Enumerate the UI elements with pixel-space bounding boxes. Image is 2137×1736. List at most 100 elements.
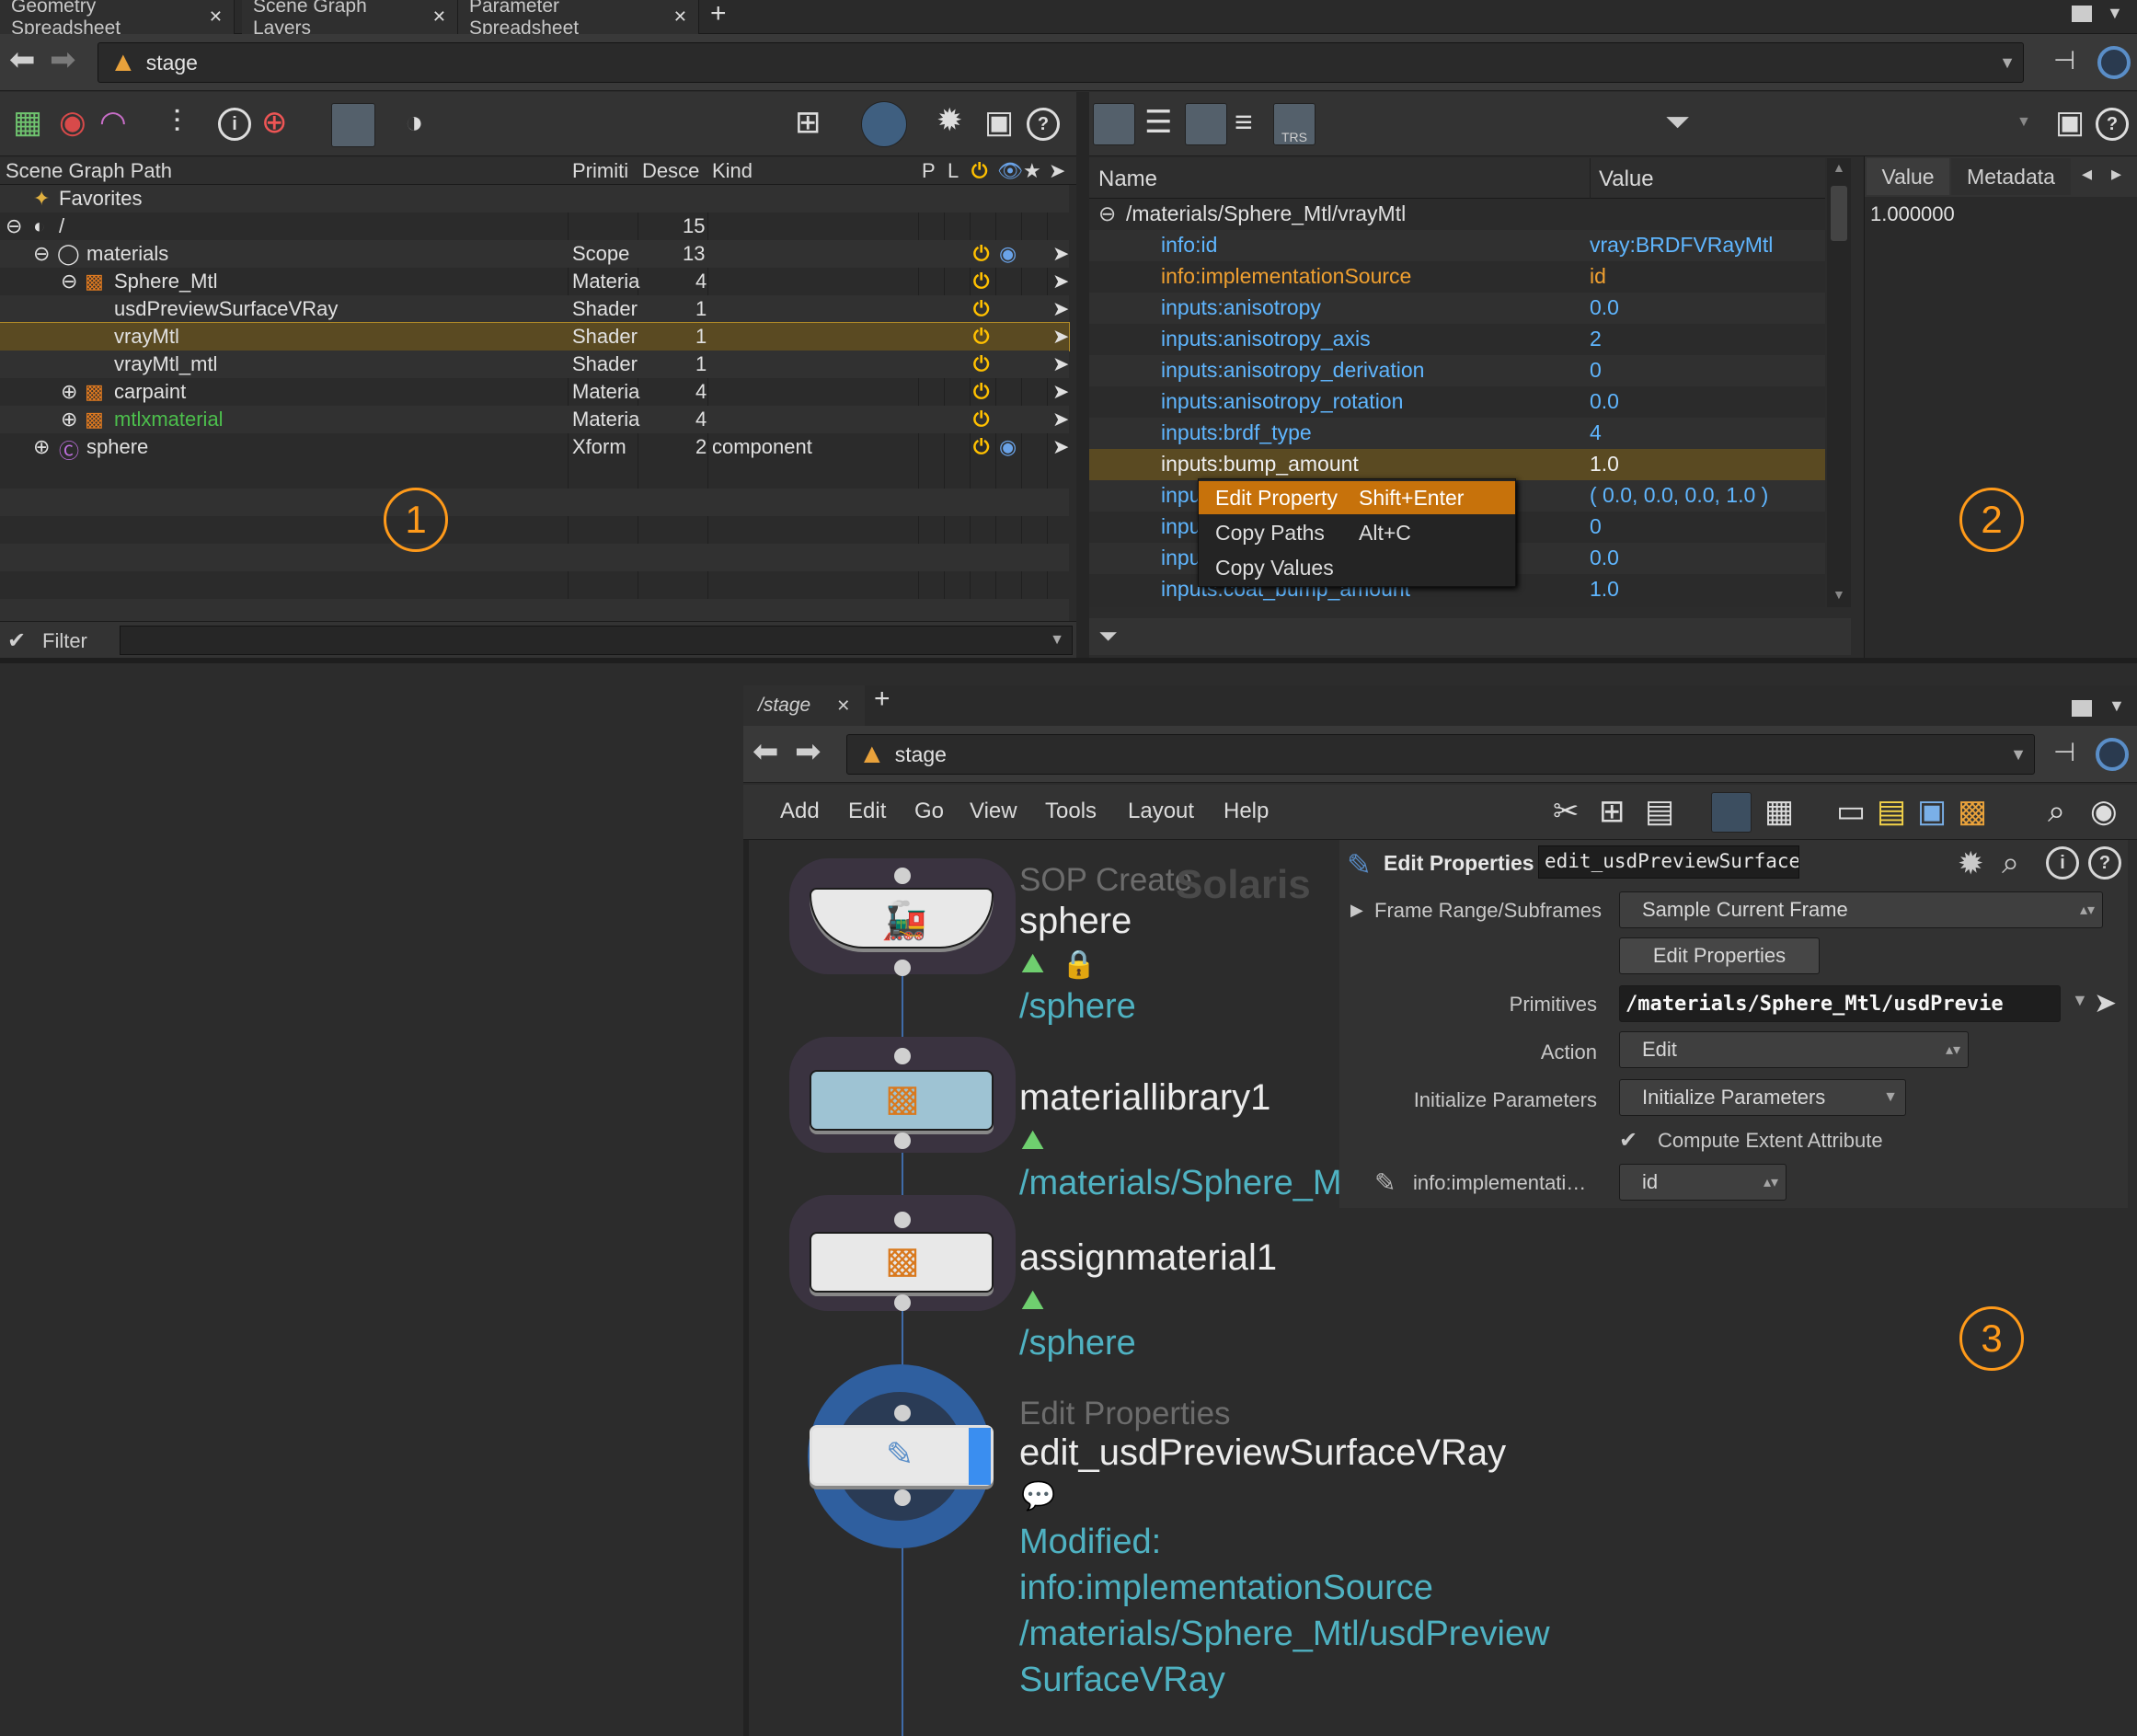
tile-view-icon[interactable]: ▦ xyxy=(1764,796,1794,827)
active-icon[interactable]: ⏻ xyxy=(973,242,989,266)
menu-add[interactable]: Add xyxy=(780,799,820,824)
active-icon[interactable]: ⏻ xyxy=(973,408,989,431)
active-icon[interactable]: ⏻ xyxy=(973,270,989,293)
help-icon[interactable]: ? xyxy=(2088,846,2121,879)
mask-icon[interactable]: ◠ xyxy=(99,107,127,138)
network-box-icon[interactable]: ▭ xyxy=(1836,796,1866,827)
select-icon[interactable]: ➤ xyxy=(1052,435,1069,459)
node-assignmaterial1[interactable]: ▩ xyxy=(810,1232,994,1293)
list-icon[interactable]: ▤ xyxy=(1645,796,1674,827)
gear-icon[interactable]: ✹ xyxy=(936,105,963,136)
collapse-icon[interactable]: ⊖ xyxy=(61,270,77,293)
chevron-down-icon[interactable]: ▼ xyxy=(1050,632,1064,649)
menu-go[interactable]: Go xyxy=(914,799,944,824)
add-prim-icon[interactable]: ▦ xyxy=(13,107,42,138)
search-icon[interactable]: ⌕ xyxy=(2002,845,2019,881)
pane-divider[interactable] xyxy=(1076,92,1089,658)
select-icon[interactable]: ➤ xyxy=(1052,297,1069,321)
active-icon[interactable]: ⏻ xyxy=(973,325,989,349)
list-view-icon[interactable]: ☰ xyxy=(1144,107,1172,138)
maximize-icon[interactable] xyxy=(2072,700,2092,717)
info-icon[interactable]: i xyxy=(2046,846,2079,879)
sticky-note-icon[interactable]: ▤ xyxy=(1877,796,1906,827)
chevron-down-icon[interactable]: ▼ xyxy=(2072,991,2088,1010)
tree-row[interactable]: ⊖ ▩ Sphere_Mtl Materia 4 ⏻ ➤ xyxy=(0,268,1069,295)
node-name[interactable]: edit_usdPreviewSurfaceVRay xyxy=(1019,1432,1506,1474)
chevron-down-icon[interactable]: ▼ xyxy=(2016,114,2031,131)
tree-view-button[interactable] xyxy=(1093,103,1135,145)
pin-icon[interactable]: ⊣ xyxy=(2053,737,2075,767)
scrollbar[interactable]: ▲ ▼ xyxy=(1827,158,1851,607)
gear-icon[interactable]: ✹ xyxy=(1958,845,1984,882)
tree-row[interactable]: ⊖ ◯ materials Scope 13 ⏻ ◉ ➤ xyxy=(0,240,1069,268)
trs-button[interactable]: TRS xyxy=(1273,103,1316,145)
input-dot[interactable] xyxy=(894,1212,911,1228)
chevron-down-icon[interactable]: ▼ xyxy=(2108,696,2125,716)
pencil-icon[interactable]: ✎ xyxy=(1374,1167,1396,1198)
col-p[interactable]: P xyxy=(922,159,936,183)
node-name[interactable]: sphere xyxy=(1019,901,1132,942)
chevron-down-icon[interactable]: ▼ xyxy=(1999,53,2016,73)
expand-icon[interactable]: ⊕ xyxy=(61,380,77,404)
path-field[interactable]: ▲ stage ▼ xyxy=(846,734,2035,775)
transform-icon[interactable]: ⫶ xyxy=(173,107,181,138)
active-icon[interactable]: ⏻ xyxy=(973,297,989,321)
col-value[interactable]: Value xyxy=(1599,167,1654,192)
property-row[interactable]: inputs:anisotropy 0.0 xyxy=(1089,293,1825,324)
close-icon[interactable]: ✕ xyxy=(836,696,850,716)
property-row[interactable]: inputs:anisotropy_axis 2 xyxy=(1089,324,1825,355)
tab-stage[interactable]: /stage ✕ xyxy=(743,685,865,726)
flat-view-icon[interactable]: ≡ xyxy=(1235,107,1253,138)
pin-icon[interactable]: ⊣ xyxy=(2053,45,2075,75)
tab-scroll-right-icon[interactable]: ▸ xyxy=(2111,162,2121,186)
edit-properties-button[interactable]: Edit Properties xyxy=(1619,937,1820,974)
node-materiallibrary1[interactable]: ▩ xyxy=(810,1070,994,1131)
help-icon[interactable]: ? xyxy=(1027,108,1060,141)
tab-parameter-spreadsheet[interactable]: Parameter Spreadsheet ✕ xyxy=(458,0,699,39)
input-dot[interactable] xyxy=(894,1405,911,1421)
layers-icon[interactable]: ◉ xyxy=(59,107,86,138)
comment-icon[interactable]: 💬 xyxy=(1021,1480,1055,1512)
scroll-down-icon[interactable]: ▼ xyxy=(1833,587,1845,602)
tree-row[interactable]: usdPreviewSurfaceVRay Shader 1 ⏻ ➤ xyxy=(0,295,1069,323)
info-icon[interactable]: i xyxy=(218,108,251,141)
menu-view[interactable]: View xyxy=(970,799,1017,824)
filter-icon[interactable]: ⏷ xyxy=(1098,622,1118,651)
tools-icon[interactable]: ✂ xyxy=(1553,796,1580,827)
link-selection-button[interactable] xyxy=(331,103,375,147)
select-icon[interactable]: ➤ xyxy=(1052,270,1069,293)
output-dot[interactable] xyxy=(894,1294,911,1311)
chevron-down-icon[interactable]: ▼ xyxy=(2107,4,2123,23)
input-dot[interactable] xyxy=(894,868,911,884)
menu-item-edit-property[interactable]: Edit Property Shift+Enter xyxy=(1199,481,1515,514)
select-arrow-icon[interactable]: ➤ xyxy=(2094,987,2117,1019)
col-l[interactable]: L xyxy=(948,159,959,183)
property-row[interactable]: inputs:brdf_type 4 xyxy=(1089,418,1825,449)
visible-icon[interactable]: ◉ xyxy=(999,435,1017,459)
select-icon[interactable]: ➤ xyxy=(1052,380,1069,404)
select-icon[interactable]: ➤ xyxy=(1052,408,1069,431)
menu-tools[interactable]: Tools xyxy=(1045,799,1097,824)
expand-icon[interactable]: ⊕ xyxy=(61,408,77,431)
eye-toggle-icon[interactable]: ◑ xyxy=(405,107,424,138)
checkbox-checked-icon[interactable]: ✔ xyxy=(1619,1127,1637,1154)
tree-row-selected[interactable]: vrayMtl Shader 1 ⏻ ➤ xyxy=(0,322,1070,351)
target-button[interactable] xyxy=(861,101,907,147)
active-icon[interactable]: ⏻ xyxy=(973,380,989,404)
menu-edit[interactable]: Edit xyxy=(848,799,886,824)
frame-range-select[interactable]: Sample Current Frame ▴▾ xyxy=(1619,891,2103,928)
output-dot[interactable] xyxy=(894,960,911,976)
collapse-icon[interactable]: ⊖ xyxy=(33,242,50,266)
close-icon[interactable]: ✕ xyxy=(209,7,223,27)
active-icon[interactable]: ⏻ xyxy=(973,435,989,459)
favorites-row[interactable]: ✦ Favorites xyxy=(0,185,1069,213)
link-icon[interactable] xyxy=(2096,738,2129,771)
col-primitive[interactable]: Primiti xyxy=(572,159,628,183)
checkmark-icon[interactable]: ✔ xyxy=(7,627,26,654)
node-name[interactable]: materiallibrary1 xyxy=(1019,1077,1270,1119)
inspect-icon[interactable]: ⊕ xyxy=(261,107,288,138)
expand-triangle-icon[interactable]: ▶ xyxy=(1350,901,1363,920)
forward-arrow-icon[interactable]: ➡ xyxy=(795,733,821,770)
add-tab-icon[interactable]: + xyxy=(710,0,727,29)
tree-row[interactable]: ⊖ ◐ / 15 xyxy=(0,213,1069,240)
